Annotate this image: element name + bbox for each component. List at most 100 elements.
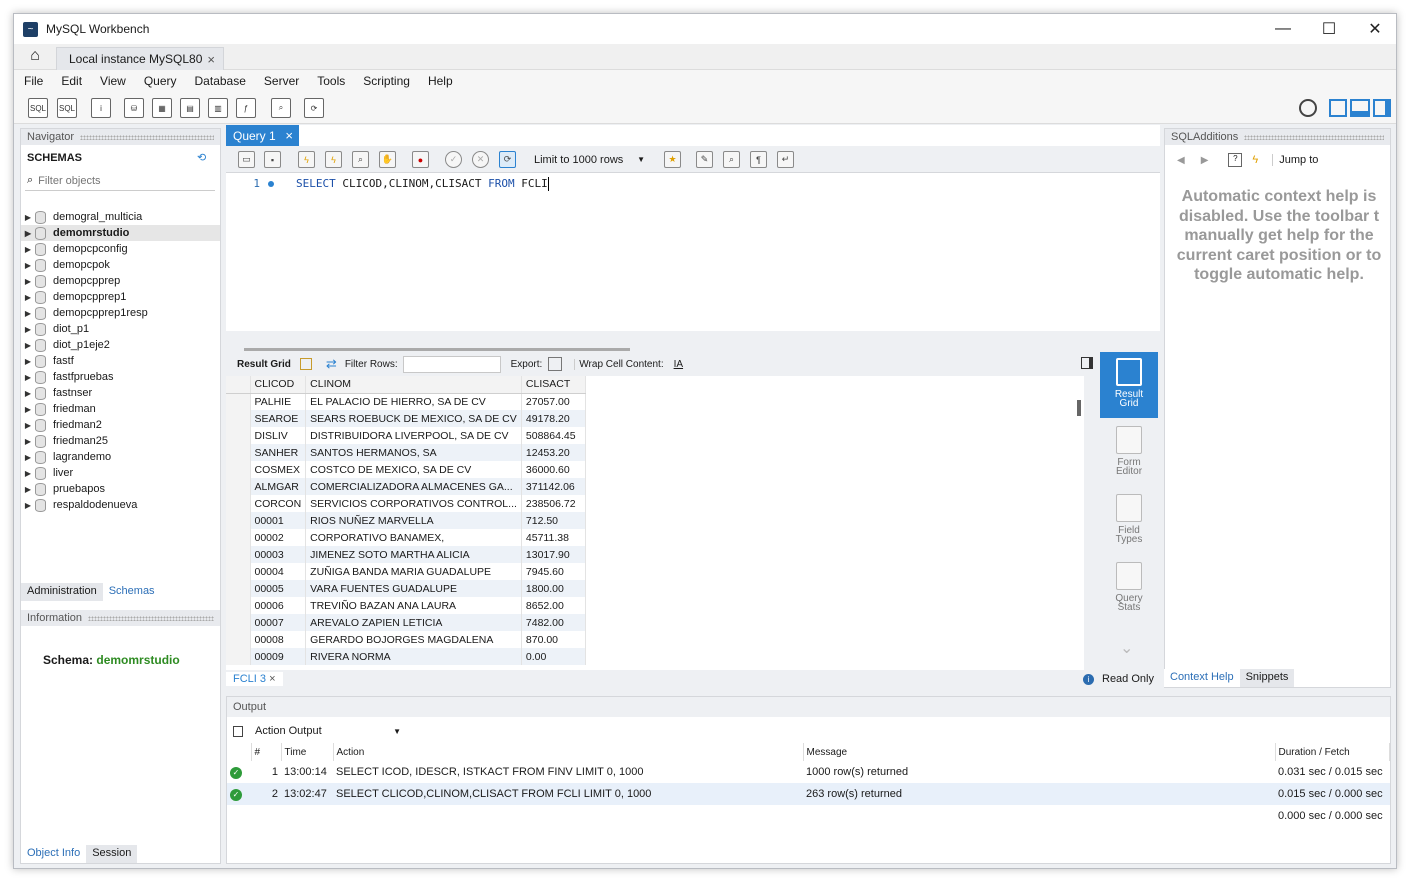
grid-cell[interactable]: RIOS NUÑEZ MARVELLA: [305, 512, 522, 529]
inspector-icon[interactable]: i: [91, 98, 111, 118]
grid-column-header[interactable]: CLINOM: [305, 376, 522, 394]
add-snippet-icon[interactable]: ★: [664, 151, 681, 168]
search-table-data-icon[interactable]: ⌕: [271, 98, 291, 118]
create-function-icon[interactable]: ƒ: [236, 98, 256, 118]
close-button[interactable]: ✕: [1352, 14, 1396, 44]
jump-to-label[interactable]: Jump to: [1272, 154, 1318, 166]
grid-cell[interactable]: COSTCO DE MEXICO, SA DE CV: [305, 461, 522, 478]
row-header[interactable]: [226, 427, 251, 444]
table-row[interactable]: SANHER SANTOS HERMANOS, SA 12453.20: [226, 444, 586, 461]
field-types-button[interactable]: Field Types: [1100, 488, 1158, 554]
grid-cell[interactable]: 0.00: [521, 648, 586, 665]
minimize-button[interactable]: —: [1260, 14, 1306, 44]
execute-current-icon[interactable]: ϟ: [325, 151, 342, 168]
row-header[interactable]: [226, 614, 251, 631]
grid-cell[interactable]: 36000.60: [521, 461, 586, 478]
row-header[interactable]: [226, 597, 251, 614]
grid-cell[interactable]: SERVICIOS CORPORATIVOS CONTROL...: [305, 495, 522, 512]
grid-cell[interactable]: 00004: [250, 563, 307, 580]
table-row[interactable]: 00004 ZUÑIGA BANDA MARIA GUADALUPE 7945.60: [226, 563, 586, 580]
limit-rows-select[interactable]: Limit to 1000 rows ▼: [529, 150, 651, 169]
expand-arrow-icon[interactable]: ▶: [21, 421, 35, 430]
form-editor-button[interactable]: Form Editor: [1100, 420, 1158, 486]
row-header[interactable]: [226, 631, 251, 648]
row-header[interactable]: [226, 546, 251, 563]
expand-arrow-icon[interactable]: ▶: [21, 357, 35, 366]
schema-item[interactable]: ▶ demopcpprep1resp: [21, 305, 220, 321]
autocommit-icon[interactable]: ⟳: [499, 151, 516, 168]
schema-item[interactable]: ▶ liver: [21, 465, 220, 481]
forward-icon[interactable]: ▶: [1201, 155, 1209, 166]
create-table-icon[interactable]: ▦: [152, 98, 172, 118]
tab-administration[interactable]: Administration: [21, 583, 103, 601]
schema-item[interactable]: ▶ fastfpruebas: [21, 369, 220, 385]
row-header[interactable]: [226, 512, 251, 529]
schema-item[interactable]: ▶ demopcpprep1: [21, 289, 220, 305]
expand-arrow-icon[interactable]: ▶: [21, 277, 35, 286]
expand-arrow-icon[interactable]: ▶: [21, 437, 35, 446]
schema-item[interactable]: ▶ demogral_multicia: [21, 209, 220, 225]
menu-edit[interactable]: Edit: [52, 74, 91, 88]
reconnect-icon[interactable]: ⟳: [304, 98, 324, 118]
grid-cell[interactable]: SANHER: [250, 444, 307, 461]
grid-cell[interactable]: 12453.20: [521, 444, 586, 461]
row-header[interactable]: [226, 580, 251, 597]
save-icon[interactable]: ▪: [264, 151, 281, 168]
menu-query[interactable]: Query: [135, 74, 186, 88]
open-sql-script-icon[interactable]: SQL: [57, 98, 77, 118]
schema-item[interactable]: ▶ friedman2: [21, 417, 220, 433]
tab-object-info[interactable]: Object Info: [21, 845, 87, 863]
wrap-lines-icon[interactable]: ↵: [777, 151, 794, 168]
grid-cell[interactable]: COMERCIALIZADORA ALMACENES GA...: [305, 478, 522, 495]
grid-cell[interactable]: 13017.90: [521, 546, 586, 563]
schema-item[interactable]: ▶ demopcpprep: [21, 273, 220, 289]
table-row[interactable]: 00002 CORPORATIVO BANAMEX, 45711.38: [226, 529, 586, 546]
tab-context-help[interactable]: Context Help: [1164, 669, 1240, 687]
grid-cell[interactable]: 238506.72: [521, 495, 586, 512]
expand-arrow-icon[interactable]: ▶: [21, 309, 35, 318]
editor-scrollbar[interactable]: [244, 348, 630, 351]
expand-arrow-icon[interactable]: ▶: [21, 261, 35, 270]
grid-cell[interactable]: DISLIV: [250, 427, 307, 444]
grid-cell[interactable]: 00007: [250, 614, 307, 631]
grid-cell[interactable]: SEAROE: [250, 410, 307, 427]
filter-rows-input[interactable]: [402, 355, 501, 373]
grid-column-header[interactable]: CLISACT: [521, 376, 586, 394]
grid-cell[interactable]: 49178.20: [521, 410, 586, 427]
expand-arrow-icon[interactable]: ▶: [21, 341, 35, 350]
grid-cell[interactable]: SEARS ROEBUCK DE MEXICO, SA DE CV: [305, 410, 522, 427]
grid-cell[interactable]: EL PALACIO DE HIERRO, SA DE CV: [305, 393, 522, 410]
open-file-icon[interactable]: ▭: [238, 151, 255, 168]
row-header[interactable]: [226, 563, 251, 580]
query-stats-button[interactable]: Query Stats: [1100, 556, 1158, 622]
row-header[interactable]: [226, 461, 251, 478]
table-row[interactable]: DISLIV DISTRIBUIDORA LIVERPOOL, SA DE CV 5…: [226, 427, 586, 444]
create-procedure-icon[interactable]: ▥: [208, 98, 228, 118]
grid-cell[interactable]: 00002: [250, 529, 307, 546]
grid-cell[interactable]: 508864.45: [521, 427, 586, 444]
grid-cell[interactable]: 00003: [250, 546, 307, 563]
row-header[interactable]: [226, 648, 251, 665]
wrap-cell-icon[interactable]: IA: [674, 359, 683, 370]
refresh-icon[interactable]: ⇄: [326, 356, 337, 372]
connection-tab[interactable]: Local instance MySQL80 ×: [56, 47, 224, 70]
row-header[interactable]: [226, 478, 251, 495]
grid-column-header[interactable]: CLICOD: [250, 376, 307, 394]
toggle-output-icon[interactable]: [1350, 99, 1370, 117]
menu-tools[interactable]: Tools: [308, 74, 354, 88]
grid-cell[interactable]: 1800.00: [521, 580, 586, 597]
grid-cell[interactable]: 00009: [250, 648, 307, 665]
schema-item[interactable]: ▶ pruebapos: [21, 481, 220, 497]
grid-cell[interactable]: ALMGAR: [250, 478, 307, 495]
row-header[interactable]: [226, 393, 251, 410]
refresh-schemas-icon[interactable]: ⟲: [197, 151, 206, 164]
table-row[interactable]: 00006 TREVIÑO BAZAN ANA LAURA 8652.00: [226, 597, 586, 614]
table-row[interactable]: ALMGAR COMERCIALIZADORA ALMACENES GA... 37…: [226, 478, 586, 495]
scroll-more-icon[interactable]: ⌄: [1120, 638, 1133, 658]
result-grid-label[interactable]: Result Grid: [237, 359, 291, 370]
explain-icon[interactable]: ⌕: [352, 151, 369, 168]
toggle-panel-icon[interactable]: [1081, 357, 1093, 369]
schema-item[interactable]: ▶ friedman: [21, 401, 220, 417]
grid-cell[interactable]: VARA FUENTES GUADALUPE: [305, 580, 522, 597]
tab-schemas[interactable]: Schemas: [102, 583, 161, 601]
